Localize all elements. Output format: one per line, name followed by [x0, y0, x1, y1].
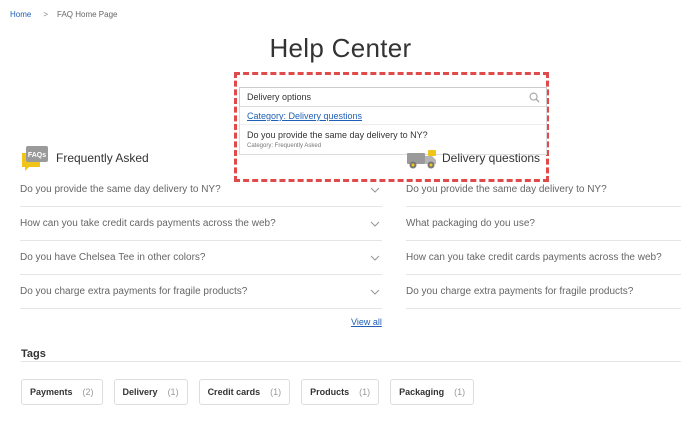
- search-input[interactable]: [240, 92, 520, 102]
- faq-question-row[interactable]: How can you take credit cards payments a…: [20, 207, 382, 241]
- faq-question-row[interactable]: Do you have Chelsea Tee in other colors?: [20, 241, 382, 275]
- delivery-question-row[interactable]: How can you take credit cards payments a…: [406, 241, 681, 275]
- tag-products[interactable]: Products (1): [301, 379, 380, 405]
- tag-label: Products: [310, 387, 350, 397]
- faq-question-text: Do you provide the same day delivery to …: [20, 184, 221, 195]
- frequently-asked-title: Frequently Asked: [56, 151, 149, 165]
- delivery-question-text: Do you charge extra payments for fragile…: [406, 286, 634, 297]
- delivery-question-row[interactable]: Do you provide the same day delivery to …: [406, 173, 681, 207]
- search-box: [239, 87, 547, 107]
- search-icon[interactable]: [529, 92, 540, 103]
- delivery-questions-title: Delivery questions: [442, 151, 541, 165]
- chevron-down-icon[interactable]: [370, 187, 380, 193]
- tag-packaging[interactable]: Packaging (1): [390, 379, 475, 405]
- tag-label: Delivery: [122, 387, 158, 397]
- breadcrumb-current: FAQ Home Page: [57, 10, 118, 19]
- faq-question-text: How can you take credit cards payments a…: [20, 218, 276, 229]
- delivery-question-text: What packaging do you use?: [406, 218, 535, 229]
- faq-badge-text: FAQs: [28, 152, 46, 159]
- tags-list: Payments (2) Delivery (1) Credit cards (…: [21, 379, 485, 405]
- chevron-down-icon[interactable]: [370, 221, 380, 227]
- faq-question-text: Do you have Chelsea Tee in other colors?: [20, 252, 206, 263]
- tag-label: Payments: [30, 387, 73, 397]
- breadcrumb-home-link[interactable]: Home: [10, 10, 31, 19]
- tag-credit-cards[interactable]: Credit cards (1): [198, 379, 291, 405]
- tag-count: (2): [82, 387, 94, 397]
- delivery-question-text: Do you provide the same day delivery to …: [406, 184, 607, 195]
- frequently-asked-heading: FAQs Frequently Asked: [20, 145, 149, 171]
- chevron-down-icon[interactable]: [370, 289, 380, 295]
- delivery-questions-heading: Delivery questions: [406, 145, 540, 171]
- breadcrumb: Home > FAQ Home Page: [10, 10, 118, 19]
- delivery-question-row[interactable]: Do you charge extra payments for fragile…: [406, 275, 681, 309]
- tags-divider: [21, 361, 681, 362]
- tags-heading: Tags: [21, 348, 46, 360]
- frequently-asked-list: Do you provide the same day delivery to …: [20, 173, 382, 309]
- breadcrumb-separator: >: [43, 10, 49, 19]
- tag-label: Credit cards: [207, 387, 261, 397]
- tag-payments[interactable]: Payments (2): [21, 379, 103, 405]
- tag-count: (1): [270, 387, 282, 397]
- view-all-link[interactable]: View all: [351, 317, 382, 327]
- tag-label: Packaging: [399, 387, 445, 397]
- tag-count: (1): [359, 387, 371, 397]
- delivery-questions-list: Do you provide the same day delivery to …: [406, 173, 681, 309]
- truck-icon: [406, 145, 438, 171]
- faq-question-row[interactable]: Do you charge extra payments for fragile…: [20, 275, 382, 309]
- faq-question-text: Do you charge extra payments for fragile…: [20, 286, 248, 297]
- chevron-down-icon[interactable]: [370, 255, 380, 261]
- tag-delivery[interactable]: Delivery (1): [113, 379, 188, 405]
- delivery-question-text: How can you take credit cards payments a…: [406, 252, 662, 263]
- faq-chat-icon: FAQs: [20, 145, 50, 171]
- faq-question-row[interactable]: Do you provide the same day delivery to …: [20, 173, 382, 207]
- suggestion-question: Do you provide the same day delivery to …: [247, 130, 428, 140]
- page-title: Help Center: [269, 33, 412, 63]
- suggestion-category-link[interactable]: Category: Delivery questions: [240, 107, 546, 125]
- tag-count: (1): [167, 387, 179, 397]
- tag-count: (1): [454, 387, 466, 397]
- delivery-question-row[interactable]: What packaging do you use?: [406, 207, 681, 241]
